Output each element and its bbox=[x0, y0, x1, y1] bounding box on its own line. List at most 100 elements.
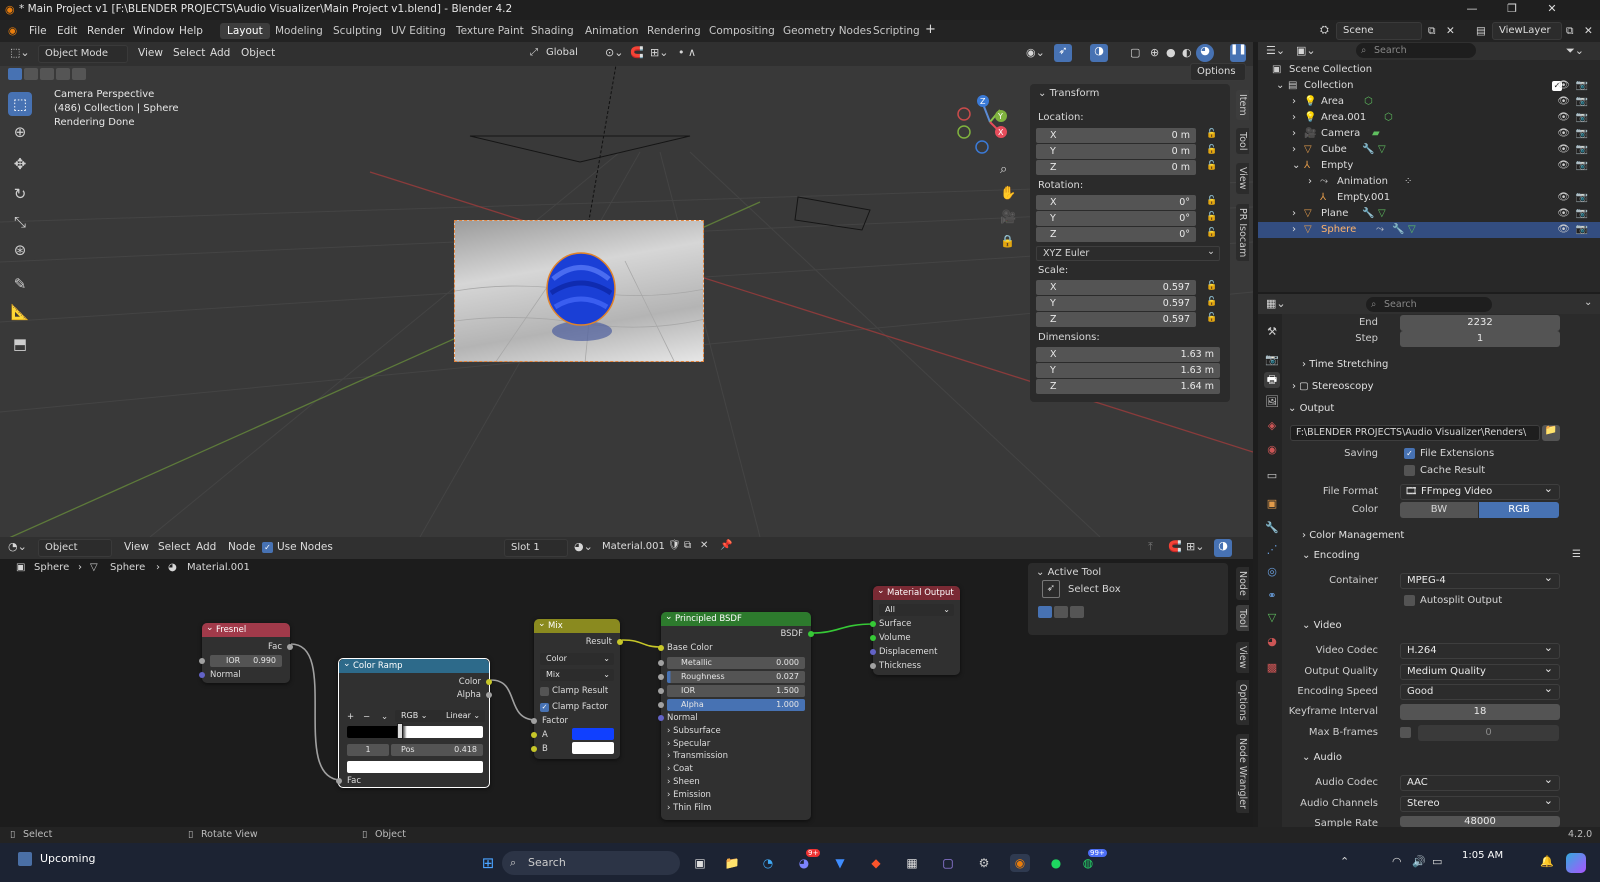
render-camera-icon[interactable]: 📷 bbox=[1576, 126, 1588, 142]
tab-layout[interactable]: Layout bbox=[220, 23, 270, 39]
select-intersect-icon[interactable] bbox=[72, 68, 86, 80]
ramp-menu-icon[interactable]: ⌄ bbox=[381, 712, 388, 722]
select-set-icon[interactable] bbox=[1038, 606, 1052, 618]
lock-icon[interactable]: 🔓 bbox=[1206, 297, 1217, 307]
folder-icon[interactable]: 📁 bbox=[1542, 425, 1560, 441]
emission-panel[interactable]: › Emission bbox=[667, 790, 711, 800]
outliner-row-empty[interactable]: ⌄ ⅄ Empty 👁 📷 bbox=[1258, 158, 1600, 174]
node-sidebar-tab-node[interactable]: Node bbox=[1236, 567, 1249, 600]
outliner-row-plane[interactable]: › ▽ Plane 🔧 ▽ 👁 📷 bbox=[1258, 206, 1600, 222]
pause-render-icon[interactable]: ❚❚ bbox=[1230, 44, 1247, 62]
weather-icon[interactable] bbox=[18, 852, 32, 866]
mix-blend-dropdown[interactable]: Mix ⌄ bbox=[540, 669, 614, 681]
output-quality-dropdown[interactable]: Medium Quality bbox=[1400, 662, 1560, 680]
color-ramp-node-header[interactable]: Color Ramp bbox=[339, 657, 489, 673]
outliner-row-animation[interactable]: › ⤳ Animation ⁘ bbox=[1258, 174, 1600, 190]
select-box-tool-icon[interactable]: ⬚ bbox=[8, 92, 32, 116]
node-sidebar-tab-options[interactable]: Options bbox=[1236, 680, 1249, 725]
dimensions-y-field[interactable]: Y 1.63 m bbox=[1036, 363, 1220, 378]
specular-panel[interactable]: › Specular bbox=[667, 739, 710, 749]
sidebar-tab-tool[interactable]: Tool bbox=[1236, 128, 1249, 155]
mix-b-color-swatch[interactable] bbox=[572, 742, 614, 754]
delete-scene-icon[interactable]: ✕ bbox=[1446, 25, 1455, 37]
stereoscopy-panel[interactable]: › ▢ Stereoscopy bbox=[1292, 381, 1374, 392]
new-scene-icon[interactable]: ⧉ bbox=[1428, 25, 1436, 38]
pan-hand-icon[interactable]: ✋ bbox=[1000, 186, 1016, 201]
maximize-icon[interactable]: ❐ bbox=[1504, 2, 1520, 15]
fresnel-node-header[interactable]: Fresnel bbox=[202, 621, 290, 637]
transform-tool-icon[interactable]: ⊛ bbox=[8, 238, 32, 262]
display-mode-icon[interactable]: ▣⌄ bbox=[1296, 44, 1316, 57]
scale-x-field[interactable]: X 0.597 bbox=[1036, 280, 1196, 295]
tab-scripting[interactable]: Scripting bbox=[866, 23, 927, 39]
render-camera-icon[interactable]: 📷 bbox=[1576, 142, 1588, 158]
sidebar-tab-pr-isocam[interactable]: PR Isocam bbox=[1236, 204, 1249, 262]
overlay-toggle-icon[interactable]: ◑ bbox=[1090, 44, 1108, 62]
options-dropdown[interactable]: Options bbox=[1190, 63, 1246, 81]
volume-socket[interactable] bbox=[870, 635, 876, 641]
app-icon[interactable]: ▼ bbox=[830, 854, 850, 872]
outliner-row-sphere[interactable]: › ▽ Sphere ⤳ 🔧 ▽ 👁 📷 bbox=[1258, 222, 1600, 238]
bsdf-output-socket[interactable] bbox=[808, 631, 814, 637]
snap-icon[interactable]: 🧲 bbox=[630, 46, 644, 59]
roughness-socket[interactable] bbox=[658, 674, 664, 680]
menu-help[interactable]: Help bbox=[179, 25, 203, 37]
render-camera-icon[interactable]: 📷 bbox=[1576, 78, 1588, 94]
tab-compositing[interactable]: Compositing bbox=[702, 23, 782, 39]
app-icon[interactable]: ▢ bbox=[938, 854, 958, 872]
file-explorer-icon[interactable]: 📁 bbox=[722, 854, 742, 872]
particles-tab-icon[interactable]: ⋰ bbox=[1264, 542, 1280, 558]
viewport-menu-add[interactable]: Add bbox=[210, 47, 230, 59]
lock-icon[interactable]: 🔓 bbox=[1206, 161, 1217, 171]
snap-icon[interactable]: 🧲 bbox=[1168, 540, 1182, 553]
lock-camera-icon[interactable]: 🔒 bbox=[1000, 234, 1015, 248]
camera-view-icon[interactable]: 🎥 bbox=[1000, 210, 1016, 225]
viewlayer-selector[interactable]: ViewLayer bbox=[1492, 22, 1562, 40]
location-x-field[interactable]: X0 m bbox=[1036, 128, 1196, 143]
modifier-tab-icon[interactable]: 🔧 bbox=[1264, 520, 1280, 536]
material-shading-icon[interactable]: ◐ bbox=[1182, 46, 1192, 59]
select-set-icon[interactable] bbox=[8, 68, 22, 80]
color-ramp-fac-socket[interactable] bbox=[336, 778, 342, 784]
filter-icon[interactable]: ⏷⌄ bbox=[1566, 44, 1584, 58]
task-view-icon[interactable]: ▣ bbox=[690, 854, 710, 872]
view-layer-tab-icon[interactable]: 🖼 bbox=[1264, 394, 1280, 410]
keyframe-interval-field[interactable]: 18 bbox=[1400, 704, 1560, 720]
visibility-icon[interactable]: ◉⌄ bbox=[1026, 46, 1045, 59]
presets-list-icon[interactable]: ☰ bbox=[1572, 549, 1581, 560]
tab-shading[interactable]: Shading bbox=[524, 23, 581, 39]
tab-geometry-nodes[interactable]: Geometry Nodes bbox=[776, 23, 879, 39]
clamp-result-checkbox[interactable] bbox=[540, 687, 549, 696]
tab-modeling[interactable]: Modeling bbox=[268, 23, 330, 39]
mix-factor-socket[interactable] bbox=[531, 718, 537, 724]
base-color-socket[interactable] bbox=[658, 645, 664, 651]
editor-type-icon[interactable]: ⬚⌄ bbox=[10, 46, 30, 59]
file-extensions-checkbox[interactable]: ✓ bbox=[1404, 448, 1415, 459]
scene-selector[interactable]: Scene bbox=[1336, 22, 1422, 40]
principled-bsdf-node-header[interactable]: Principled BSDF bbox=[661, 610, 811, 626]
viewport-menu-view[interactable]: View bbox=[138, 47, 163, 59]
rotation-z-field[interactable]: Z 0° bbox=[1036, 227, 1196, 242]
rendered-shading-icon[interactable]: ◕ bbox=[1196, 44, 1214, 62]
alpha-socket[interactable] bbox=[658, 702, 664, 708]
node-sidebar-tab-tool[interactable]: Tool bbox=[1236, 605, 1249, 632]
visibility-eye-icon[interactable]: 👁 bbox=[1557, 206, 1570, 222]
edge-icon[interactable]: ◔ bbox=[758, 854, 778, 872]
render-camera-icon[interactable]: 📷 bbox=[1576, 222, 1588, 238]
scale-y-field[interactable]: Y 0.597 bbox=[1036, 296, 1196, 311]
coat-panel[interactable]: › Coat bbox=[667, 764, 693, 774]
minimize-icon[interactable]: — bbox=[1464, 2, 1480, 15]
cursor-tool-icon[interactable]: ⊕ bbox=[8, 120, 32, 144]
xray-icon[interactable]: ▢ bbox=[1130, 46, 1140, 59]
volume-icon[interactable]: 🔊 bbox=[1412, 855, 1426, 868]
clock-time[interactable]: 1:05 AM bbox=[1462, 850, 1503, 861]
app-icon[interactable]: ▦ bbox=[902, 854, 922, 872]
pivot-icon[interactable]: ⊙⌄ bbox=[605, 46, 623, 59]
mix-a-socket[interactable] bbox=[531, 732, 537, 738]
ior-socket[interactable] bbox=[658, 688, 664, 694]
transmission-panel[interactable]: › Transmission bbox=[667, 751, 728, 761]
output-tab-icon[interactable]: 🖶 bbox=[1264, 372, 1280, 388]
ior-field[interactable]: IOR 1.500 bbox=[667, 685, 805, 697]
select-subtract-icon[interactable] bbox=[40, 68, 54, 80]
tab-animation[interactable]: Animation bbox=[578, 23, 646, 39]
